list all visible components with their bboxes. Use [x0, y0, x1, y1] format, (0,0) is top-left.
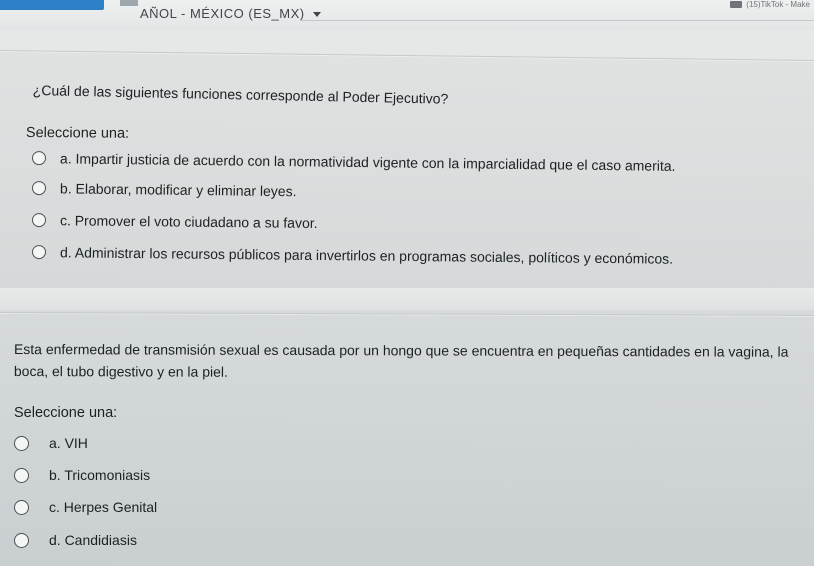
question-1-select-label: Seleccione una:	[25, 124, 130, 142]
option-label: b. Tricomoniasis	[49, 467, 151, 483]
card-gap	[0, 288, 814, 310]
radio-button[interactable]	[14, 532, 29, 548]
radio-button[interactable]	[31, 181, 47, 196]
radio-button[interactable]	[14, 499, 29, 515]
question-2-option-c[interactable]: c. Herpes Genital	[14, 499, 157, 515]
quiz-page: AÑOL - MÉXICO (ES_MX) (15)TikTok - Make …	[0, 0, 814, 566]
language-selector[interactable]: AÑOL - MÉXICO (ES_MX)	[140, 6, 321, 21]
caret-down-icon	[312, 12, 321, 17]
radio-button[interactable]	[31, 213, 47, 228]
question-1-option-b[interactable]: b. Elaborar, modificar y eliminar leyes.	[31, 180, 297, 200]
language-label: AÑOL - MÉXICO (ES_MX)	[140, 6, 305, 21]
question-2-option-d[interactable]: d. Candidiasis	[14, 532, 137, 548]
option-label: d. Candidiasis	[49, 532, 137, 548]
radio-button[interactable]	[14, 467, 29, 483]
question-2-select-label: Seleccione una:	[14, 405, 118, 421]
top-bar: AÑOL - MÉXICO (ES_MX) (15)TikTok - Make	[0, 0, 814, 30]
question-2-option-a[interactable]: a. VIH	[14, 435, 88, 451]
radio-button[interactable]	[31, 151, 47, 166]
radio-button[interactable]	[31, 245, 47, 260]
option-label: a. VIH	[49, 435, 88, 451]
question-1-option-c[interactable]: c. Promover el voto ciudadano a su favor…	[31, 212, 318, 231]
question-2-option-b[interactable]: b. Tricomoniasis	[14, 467, 150, 483]
brand-bar	[0, 0, 104, 10]
option-label: c. Herpes Genital	[49, 499, 158, 515]
tab-title: (15)TikTok - Make	[746, 0, 810, 9]
tab-favicon-icon	[730, 1, 743, 8]
toolbar-fragment	[120, 0, 138, 6]
header-divider	[300, 20, 814, 21]
question-2-prompt: Esta enfermedad de transmisión sexual es…	[13, 340, 789, 380]
browser-tab[interactable]: (15)TikTok - Make	[730, 0, 810, 9]
option-label: b. Elaborar, modificar y eliminar leyes.	[59, 180, 297, 200]
option-label: c. Promover el voto ciudadano a su favor…	[59, 212, 318, 231]
radio-button[interactable]	[14, 435, 29, 451]
